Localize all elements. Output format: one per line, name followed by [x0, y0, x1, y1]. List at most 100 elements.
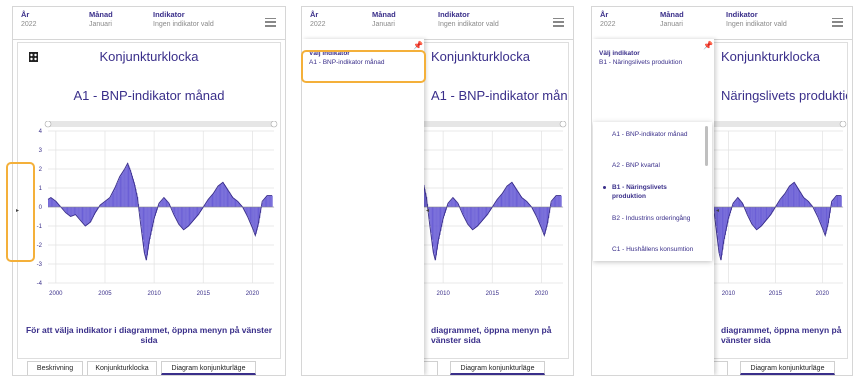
indicator-filter[interactable]: Indikator Ingen indikator vald: [153, 10, 214, 30]
data-bar: [505, 189, 506, 208]
data-bar: [501, 194, 503, 208]
tab-description[interactable]: Beskrivning: [27, 361, 83, 375]
month-value: Januari: [89, 21, 112, 28]
dropdown-option[interactable]: B1 - Näringslivets produktion: [612, 183, 694, 201]
data-bar: [112, 192, 114, 208]
data-bar: [817, 207, 819, 216]
y-tick-label: -4: [37, 281, 43, 287]
tab-diagram[interactable]: Diagram konjunkturläge: [740, 361, 835, 375]
dropdown-option[interactable]: C1 - Hushållens konsumtion: [612, 245, 694, 254]
year-filter[interactable]: År 2022: [600, 10, 616, 30]
data-bar: [70, 207, 72, 217]
data-bar: [103, 202, 105, 208]
data-bar: [131, 172, 133, 208]
data-bar: [497, 198, 499, 208]
month-filter[interactable]: Månad Januari: [372, 10, 396, 30]
month-filter[interactable]: Månad Januari: [89, 10, 113, 30]
data-bar: [435, 207, 437, 260]
data-bar: [557, 195, 559, 208]
data-bar: [509, 184, 511, 208]
data-bar: [555, 196, 557, 208]
data-bar: [779, 199, 781, 208]
data-bar: [791, 184, 793, 208]
data-bar: [543, 207, 544, 233]
hamburger-menu-icon[interactable]: [553, 15, 564, 27]
data-bar: [123, 171, 125, 208]
filter-header: År 2022 Månad Januari Indikator Ingen in…: [302, 7, 573, 40]
data-bar: [749, 207, 751, 220]
year-label: År: [310, 10, 319, 19]
tab-diagram[interactable]: Diagram konjunkturläge: [161, 361, 256, 375]
data-bar: [48, 198, 50, 208]
indicator-label: Indikator: [153, 10, 185, 19]
year-value: 2022: [600, 21, 616, 28]
pin-icon[interactable]: 📌: [413, 41, 423, 50]
data-bar: [211, 195, 213, 208]
data-bar: [748, 207, 750, 218]
dropdown-option[interactable]: A2 - BNP kvartal: [612, 161, 694, 170]
indicator-filter[interactable]: Indikator Ingen indikator vald: [726, 10, 787, 30]
year-filter[interactable]: År 2022: [21, 10, 37, 30]
year-value: 2022: [21, 21, 37, 28]
data-bar: [187, 207, 189, 227]
month-filter[interactable]: Månad Januari: [660, 10, 684, 30]
data-bar: [472, 207, 474, 230]
hamburger-menu-icon[interactable]: [832, 15, 843, 27]
data-bar: [145, 207, 147, 257]
data-bar: [736, 198, 738, 208]
data-bar: [189, 207, 191, 225]
data-bar: [128, 165, 130, 208]
data-bar: [105, 200, 107, 208]
data-bar: [502, 193, 504, 208]
data-bar: [160, 201, 162, 208]
data-bar: [70, 207, 72, 217]
data-bar: [496, 200, 498, 208]
data-bar: [262, 200, 264, 208]
data-bar: [815, 207, 817, 213]
collapse-menu-icon[interactable]: ◂: [716, 207, 719, 214]
x-tick-label: 2015: [769, 291, 783, 297]
indicator-filter[interactable]: Indikator Ingen indikator vald: [438, 10, 499, 30]
data-bar: [142, 207, 144, 240]
data-bar: [839, 195, 841, 208]
zoom-handle-right: [559, 121, 567, 128]
dropdown-option[interactable]: B2 - Industrins orderingång: [612, 214, 694, 223]
filter-header: År 2022 Månad Januari Indikator Ingen in…: [13, 7, 285, 40]
dropdown-option[interactable]: A1 - BNP-indikator månad: [612, 130, 694, 139]
data-bar: [121, 174, 123, 208]
data-bar: [48, 199, 49, 208]
year-filter[interactable]: År 2022: [310, 10, 326, 30]
data-bar: [161, 200, 163, 208]
data-bar: [124, 168, 126, 208]
data-bar: [800, 192, 802, 208]
zoom-slider: [48, 121, 274, 127]
data-bar: [80, 207, 82, 221]
data-bar: [124, 169, 125, 208]
data-bar: [466, 207, 468, 223]
data-bar: [119, 176, 121, 208]
data-bar: [824, 207, 826, 235]
data-bar: [481, 207, 483, 222]
tab-clock[interactable]: Konjunkturklocka: [87, 361, 157, 375]
indicator-value: Ingen indikator vald: [153, 21, 214, 28]
data-bar: [109, 198, 110, 208]
indicator-label: Indikator: [438, 10, 470, 19]
data-bar: [469, 207, 471, 227]
collapse-menu-icon[interactable]: ◂: [426, 207, 429, 214]
dropdown-scrollbar[interactable]: [705, 126, 708, 166]
tab-diagram[interactable]: Diagram konjunkturläge: [450, 361, 545, 375]
data-bar: [76, 207, 78, 216]
hamburger-menu-icon[interactable]: [265, 15, 276, 27]
data-bar: [464, 207, 466, 218]
pin-icon[interactable]: 📌: [703, 41, 713, 50]
data-bar: [482, 207, 484, 220]
menu-selected-indicator[interactable]: B1 - Näringslivets produktion: [599, 59, 682, 66]
chart-note: För att välja indikator i diagrammet, öp…: [25, 325, 273, 345]
data-bar: [719, 207, 721, 257]
data-bar: [838, 195, 840, 208]
data-bar: [221, 183, 223, 208]
data-bar: [250, 207, 252, 224]
indicator-menu: Välj indikator A1 - BNP-indikator månad …: [302, 39, 424, 375]
data-bar: [111, 194, 113, 208]
data-bar: [249, 207, 251, 222]
